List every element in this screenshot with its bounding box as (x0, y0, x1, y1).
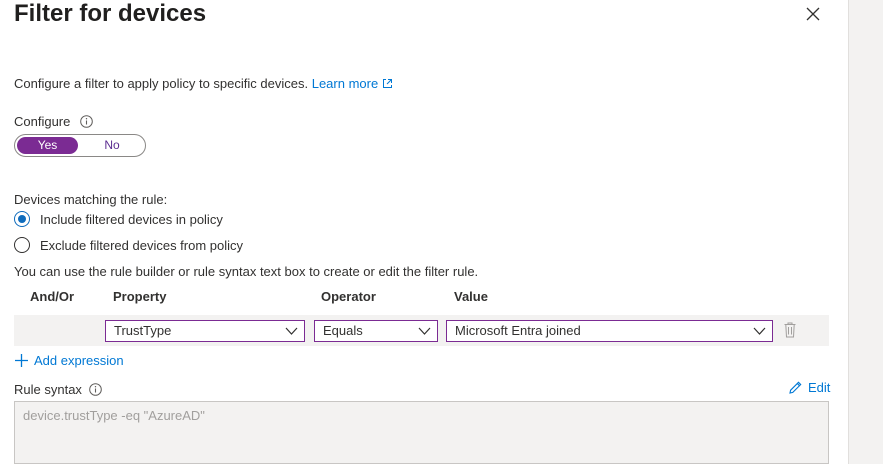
rule-syntax-label: Rule syntax (14, 382, 102, 397)
exclude-radio[interactable] (14, 237, 30, 253)
filter-panel: Filter for devices Configure a filter to… (0, 0, 848, 464)
value-select-value: Microsoft Entra joined (455, 323, 581, 338)
description-text: Configure a filter to apply policy to sp… (14, 76, 309, 91)
add-expression-button[interactable]: Add expression (14, 353, 124, 368)
include-radio[interactable] (14, 211, 30, 227)
trash-icon[interactable] (784, 322, 796, 338)
rule-syntax-textbox[interactable]: device.trustType -eq "AzureAD" (14, 401, 829, 464)
right-gutter (848, 0, 883, 464)
rule-syntax-label-text: Rule syntax (14, 382, 82, 397)
learn-more-label: Learn more (311, 76, 379, 91)
chevron-down-icon (418, 327, 431, 335)
operator-select[interactable]: Equals (314, 320, 438, 342)
configure-label-text: Configure (14, 114, 71, 129)
exclude-radio-option[interactable]: Exclude filtered devices from policy (14, 235, 243, 255)
chevron-down-icon (753, 327, 766, 335)
external-link-icon (383, 79, 393, 88)
info-icon[interactable] (80, 115, 93, 128)
configure-no-option[interactable]: No (81, 137, 143, 154)
plus-icon (15, 354, 28, 367)
learn-more-link[interactable]: Learn more (312, 76, 393, 91)
edit-label: Edit (808, 380, 831, 395)
table-row: TrustType Equals Microsoft Entra joined (14, 315, 829, 346)
property-select-value: TrustType (114, 323, 172, 338)
value-select[interactable]: Microsoft Entra joined (446, 320, 773, 342)
header-andor: And/Or (30, 289, 75, 304)
header-property: Property (113, 289, 167, 304)
devices-matching-label: Devices matching the rule: (14, 192, 168, 207)
exclude-radio-label: Exclude filtered devices from policy (40, 237, 244, 253)
property-select[interactable]: TrustType (105, 320, 305, 342)
rule-builder-hint: You can use the rule builder or rule syn… (14, 264, 479, 279)
edit-syntax-button[interactable]: Edit (788, 380, 830, 395)
include-radio-option[interactable]: Include filtered devices in policy (14, 209, 223, 229)
add-expression-label: Add expression (34, 353, 124, 368)
header-operator: Operator (321, 289, 376, 304)
chevron-down-icon (285, 327, 298, 335)
description: Configure a filter to apply policy to sp… (14, 76, 393, 91)
info-icon[interactable] (88, 383, 102, 396)
configure-toggle[interactable]: Yes No (14, 134, 146, 157)
header-value: Value (454, 289, 488, 304)
pencil-icon (789, 381, 802, 394)
page-title: Filter for devices (14, 0, 207, 27)
close-icon[interactable] (803, 4, 823, 24)
configure-label: Configure (14, 114, 93, 129)
include-radio-label: Include filtered devices in policy (40, 211, 223, 227)
configure-yes-option[interactable]: Yes (17, 137, 78, 154)
operator-select-value: Equals (323, 323, 363, 338)
